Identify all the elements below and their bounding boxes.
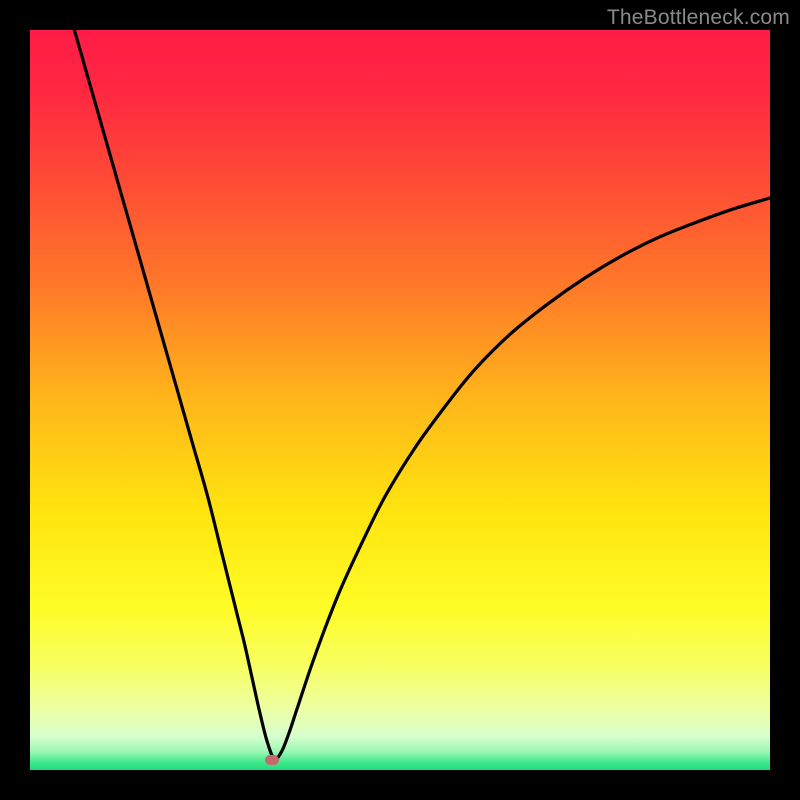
minimum-marker <box>265 755 279 765</box>
gradient-background <box>30 30 770 770</box>
bottleneck-chart <box>30 30 770 770</box>
chart-frame <box>30 30 770 770</box>
attribution-text: TheBottleneck.com <box>607 6 790 30</box>
